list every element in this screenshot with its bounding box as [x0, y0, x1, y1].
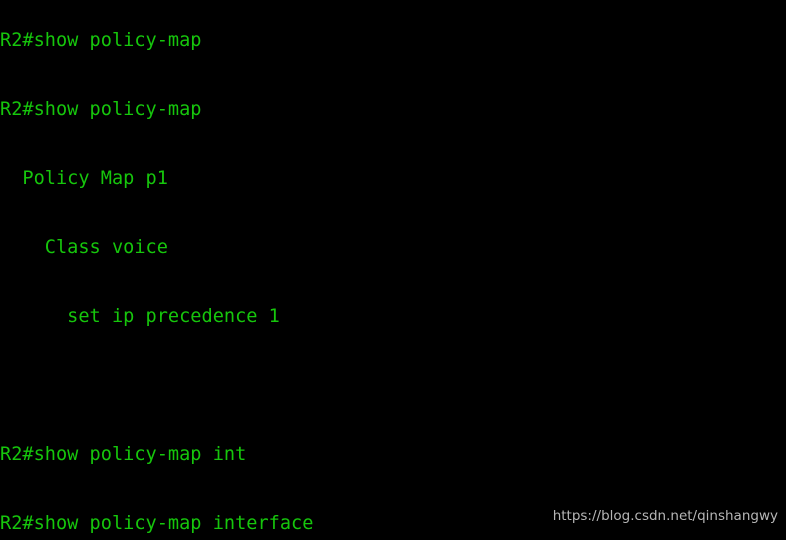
terminal-window[interactable]: R2#show policy-map R2#show policy-map Po…: [0, 0, 786, 540]
watermark-text: https://blog.csdn.net/qinshangwy: [552, 508, 778, 524]
terminal-line: R2#show policy-map int: [0, 444, 247, 465]
terminal-line: set ip precedence 1: [0, 306, 280, 327]
terminal-line: Class voice: [0, 237, 168, 258]
terminal-line: R2#show policy-map: [0, 30, 202, 51]
terminal-line: R2#show policy-map: [0, 99, 202, 120]
terminal-output[interactable]: R2#show policy-map R2#show policy-map Po…: [0, 0, 786, 540]
terminal-line: Policy Map p1: [0, 168, 168, 189]
